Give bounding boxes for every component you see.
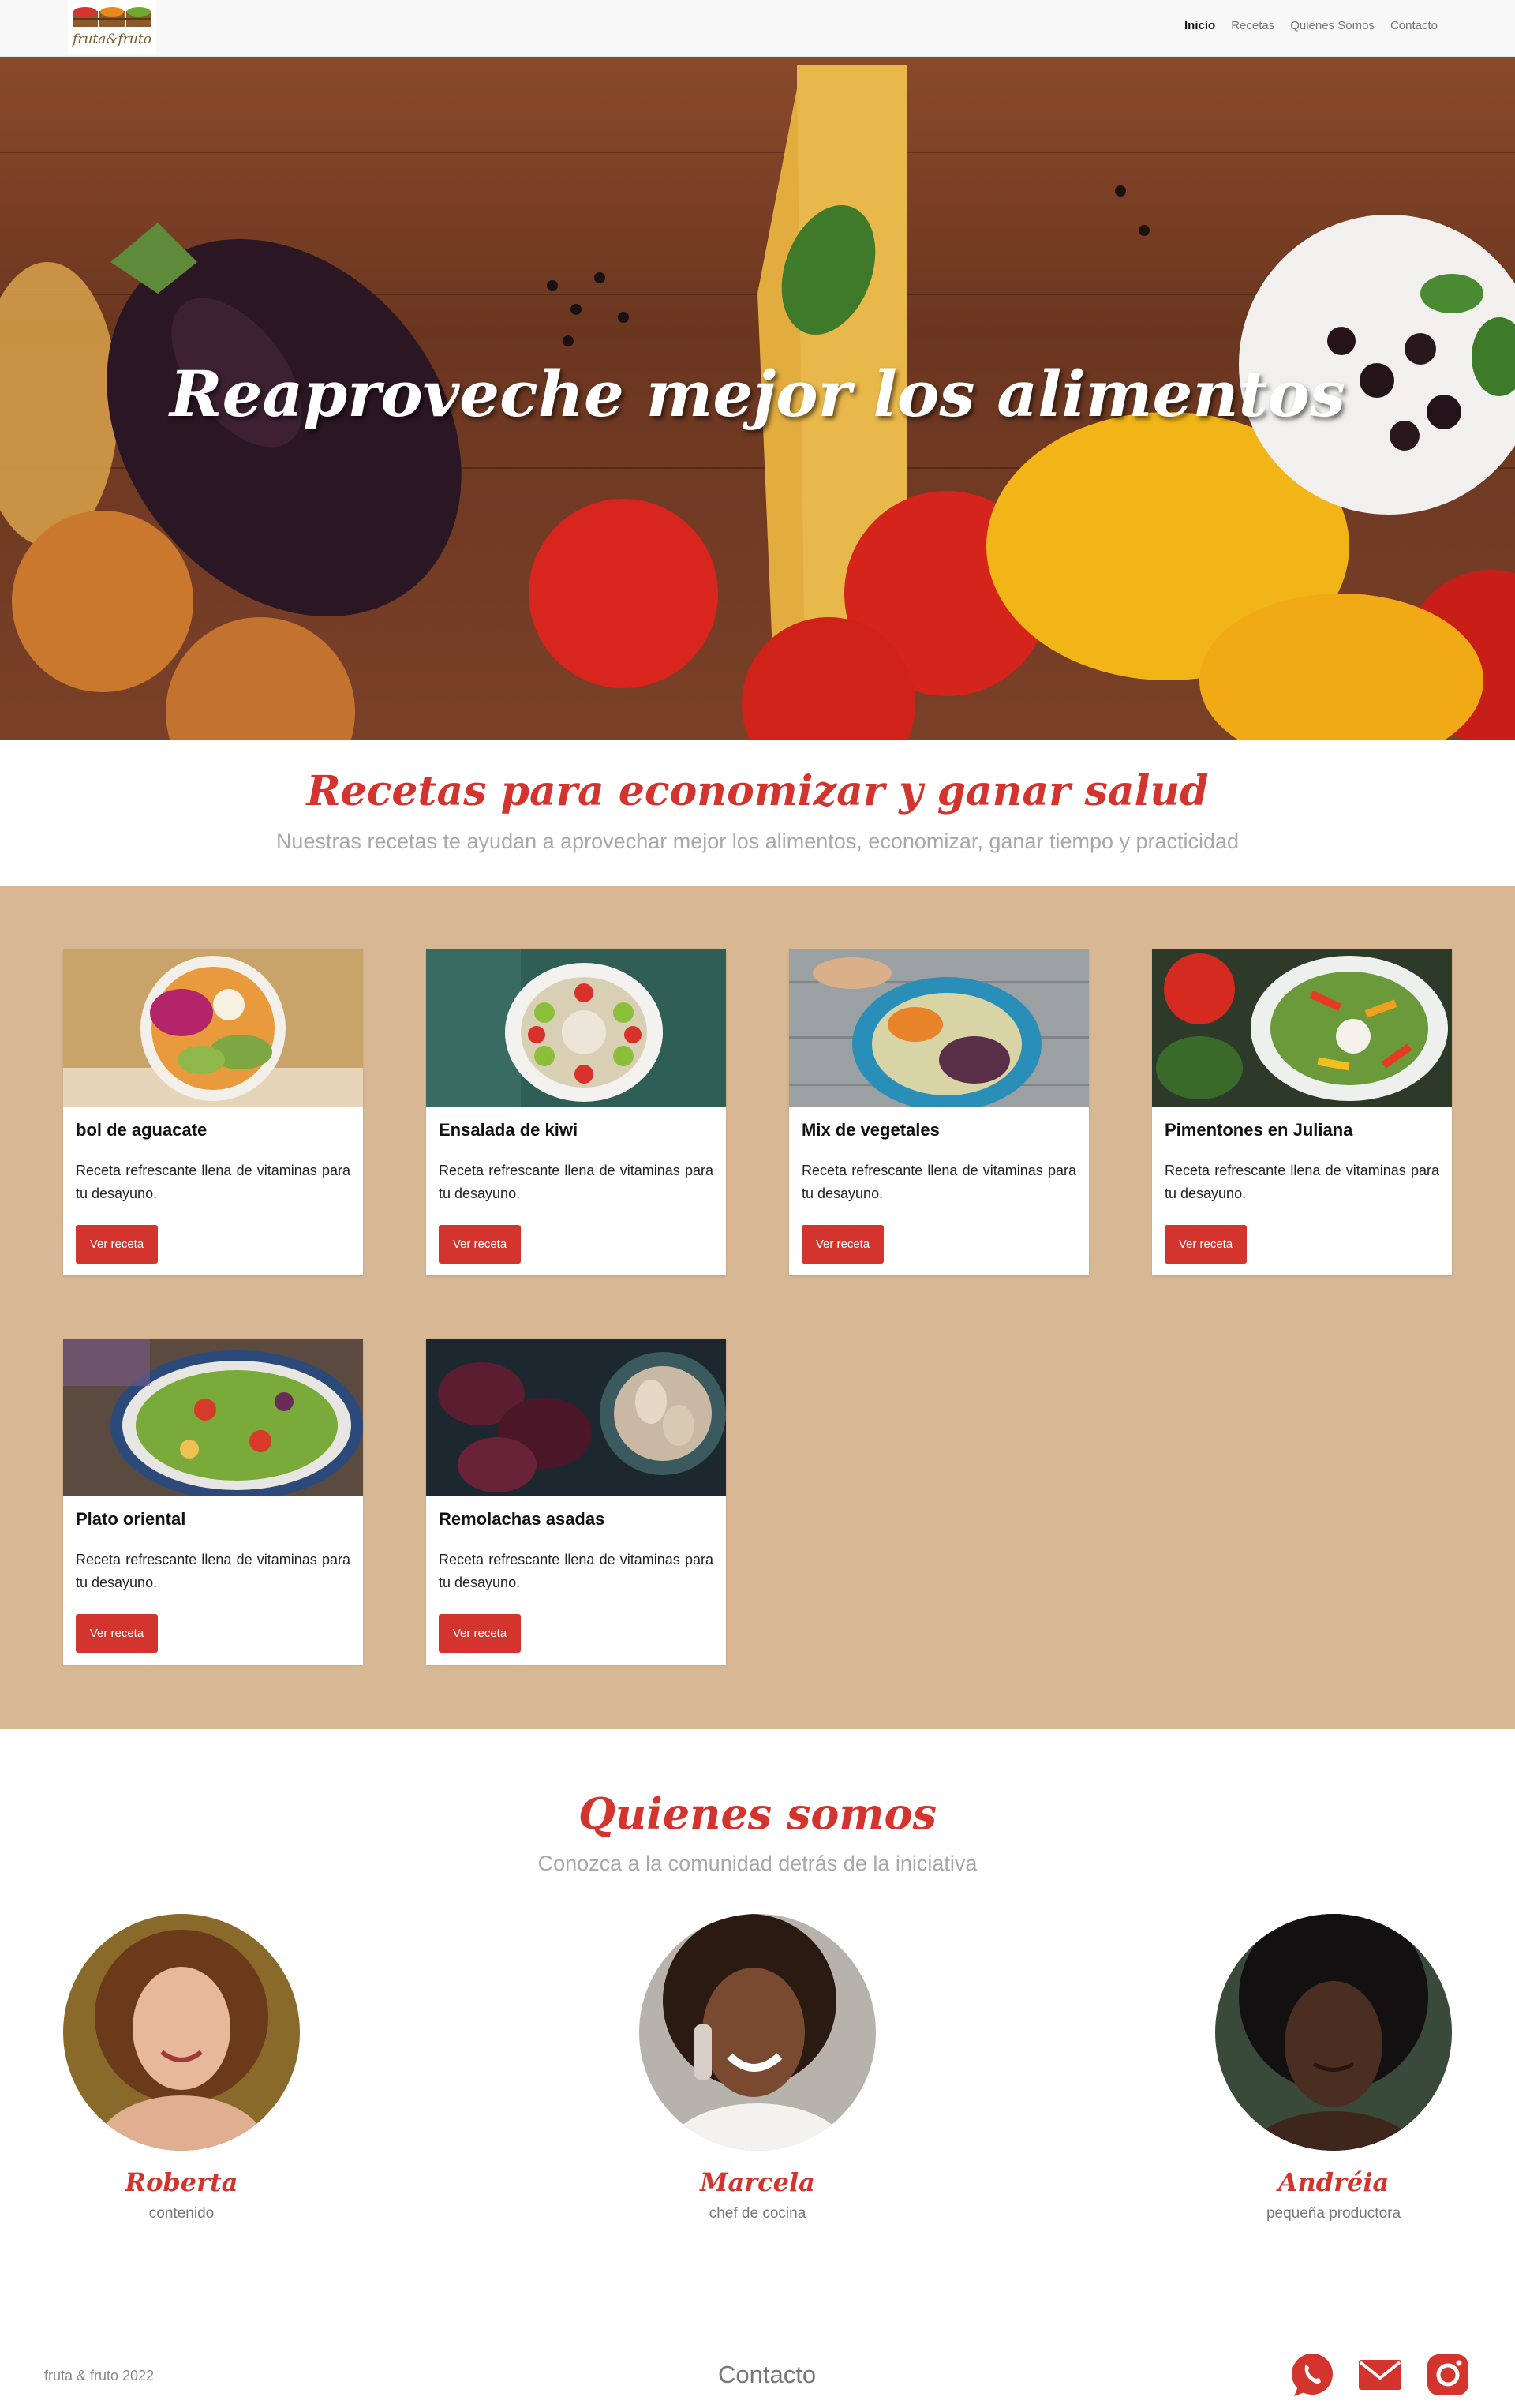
recipe-card-title: Mix de vegetales: [802, 1120, 940, 1140]
top-navbar: fruta&fruto Inicio Recetas Quienes Somos…: [0, 0, 1515, 57]
instagram-icon[interactable]: [1425, 2352, 1471, 2398]
nav-link-quienes-somos[interactable]: Quienes Somos: [1290, 19, 1375, 32]
nav-link-recetas[interactable]: Recetas: [1231, 19, 1274, 32]
recipe-card-title: Remolachas asadas: [439, 1509, 605, 1529]
recipe-photo-avocado-bowl: [63, 949, 363, 1107]
member-name: Roberta: [125, 2167, 238, 2197]
recipes-title: Recetas para economizar y ganar salud: [306, 767, 1209, 815]
footer-contact-label: Contacto: [718, 2361, 817, 2388]
recipe-card: Ensalada de kiwi Receta refrescante llen…: [426, 949, 726, 1275]
footer-copyright: fruta & fruto 2022: [44, 2368, 155, 2384]
recipe-photo-vegetable-mix: [789, 949, 1089, 1111]
ver-receta-button[interactable]: Ver receta: [76, 1225, 158, 1264]
recipe-card-text: Receta refrescante llena de vitaminas pa…: [439, 1163, 713, 1201]
team-member: Marcela chef de cocina: [639, 1914, 876, 2223]
hero-title: Reaproveche mejor los alimentos: [170, 357, 1345, 431]
avatar-andreia: [1215, 1902, 1452, 2206]
nav-link-contacto[interactable]: Contacto: [1390, 19, 1438, 32]
recipe-card-title: Ensalada de kiwi: [439, 1120, 578, 1140]
ver-receta-button[interactable]: Ver receta: [802, 1225, 884, 1264]
brand-logo[interactable]: fruta&fruto: [68, 0, 156, 54]
recipe-card: Mix de vegetales Receta refrescante llen…: [789, 949, 1089, 1275]
member-name: Andréia: [1277, 2167, 1390, 2197]
recipes-subtitle: Nuestras recetas te ayudan a aprovechar …: [275, 830, 1240, 853]
recipe-card-text: Receta refrescante llena de vitaminas pa…: [802, 1163, 1076, 1201]
avatar-roberta: [63, 1914, 300, 2206]
recipe-card-text: Receta refrescante llena de vitaminas pa…: [439, 1552, 713, 1590]
logo-text: fruta&fruto: [73, 32, 152, 47]
recipe-card: Remolachas asadas Receta refrescante lle…: [426, 1339, 726, 1665]
nav-links: Inicio Recetas Quienes Somos Contacto: [1184, 19, 1438, 32]
team-member: Andréia pequeña productora: [1215, 1902, 1452, 2223]
member-name: Marcela: [700, 2167, 815, 2197]
fruit-crates-icon: [73, 7, 152, 27]
ver-receta-button[interactable]: Ver receta: [439, 1225, 521, 1264]
ver-receta-button[interactable]: Ver receta: [76, 1614, 158, 1653]
recipes-section: bol de aguacate Receta refrescante llena…: [0, 886, 1515, 1729]
recipe-photo-peppers-julienne: [1152, 949, 1452, 1107]
recipe-card: Pimentones en Juliana Receta refrescante…: [1152, 949, 1452, 1275]
recipe-card-title: Pimentones en Juliana: [1165, 1120, 1353, 1140]
hero-banner: Reaproveche mejor los alimentos: [0, 57, 1515, 740]
about-title: Quienes somos: [578, 1788, 937, 1839]
mail-icon[interactable]: [1357, 2352, 1403, 2398]
recipe-card-title: Plato oriental: [76, 1509, 186, 1529]
recipe-photo-roasted-beets: [426, 1339, 726, 1496]
member-role: pequeña productora: [1266, 2205, 1401, 2222]
recipe-card-text: Receta refrescante llena de vitaminas pa…: [76, 1552, 350, 1590]
whatsapp-icon[interactable]: [1289, 2352, 1335, 2398]
recipe-card: Plato oriental Receta refrescante llena …: [63, 1339, 363, 1665]
avatar-marcela: [639, 1914, 876, 2214]
member-role: contenido: [148, 2205, 215, 2222]
team-member: Roberta contenido: [63, 1914, 300, 2223]
recipe-card-title: bol de aguacate: [76, 1120, 208, 1140]
member-role: chef de cocina: [709, 2205, 806, 2222]
recipe-card-text: Receta refrescante llena de vitaminas pa…: [76, 1163, 350, 1201]
recipe-card-text: Receta refrescante llena de vitaminas pa…: [1165, 1163, 1439, 1201]
recipe-photo-kiwi-salad: [426, 949, 726, 1107]
ver-receta-button[interactable]: Ver receta: [1165, 1225, 1247, 1264]
recipe-card: bol de aguacate Receta refrescante llena…: [63, 949, 363, 1275]
about-subtitle: Conozca a la comunidad detrás de la inic…: [537, 1852, 978, 1875]
recipe-photo-oriental-plate: [63, 1339, 363, 1500]
nav-link-inicio[interactable]: Inicio: [1184, 19, 1215, 32]
ver-receta-button[interactable]: Ver receta: [439, 1614, 521, 1653]
